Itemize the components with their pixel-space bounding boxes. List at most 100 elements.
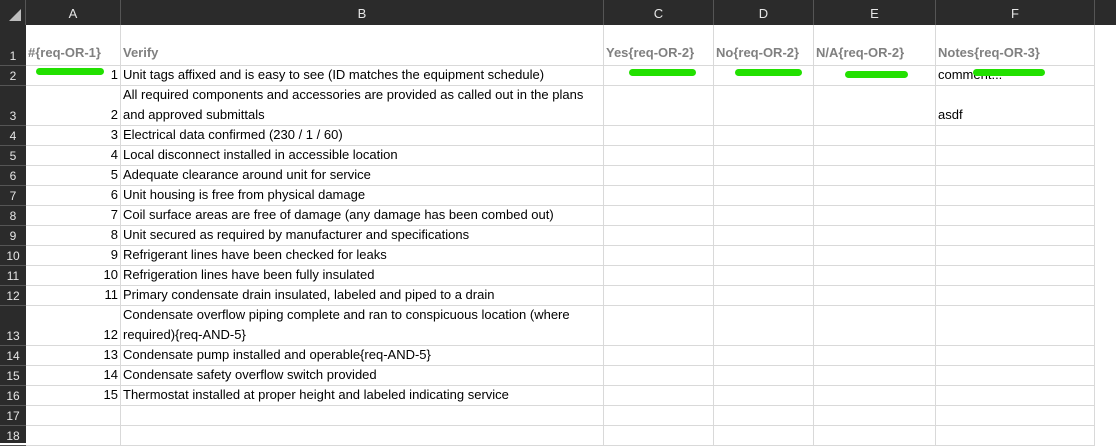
header-cell-d[interactable]: No{req-OR-2} bbox=[714, 25, 814, 66]
row-header-4[interactable]: 4 bbox=[0, 126, 26, 146]
empty-cell[interactable] bbox=[714, 406, 814, 426]
column-header-a[interactable]: A bbox=[26, 0, 121, 25]
empty-cell[interactable] bbox=[936, 426, 1095, 446]
column-header-e[interactable]: E bbox=[814, 0, 936, 25]
check-cell-e[interactable] bbox=[814, 386, 936, 406]
verify-cell[interactable]: Electrical data confirmed (230 / 1 / 60) bbox=[121, 126, 604, 146]
verify-cell[interactable]: Unit secured as required by manufacturer… bbox=[121, 226, 604, 246]
verify-cell[interactable]: Primary condensate drain insulated, labe… bbox=[121, 286, 604, 306]
row-header-1[interactable]: 1 bbox=[0, 25, 26, 66]
check-cell-e[interactable] bbox=[814, 146, 936, 166]
check-cell-c[interactable] bbox=[604, 126, 714, 146]
verify-cell[interactable]: Thermostat installed at proper height an… bbox=[121, 386, 604, 406]
row-header-3[interactable]: 3 bbox=[0, 86, 26, 126]
row-header-5[interactable]: 5 bbox=[0, 146, 26, 166]
item-number-cell[interactable]: 12 bbox=[26, 306, 121, 346]
item-number-cell[interactable]: 10 bbox=[26, 266, 121, 286]
check-cell-d[interactable] bbox=[714, 146, 814, 166]
check-cell-c[interactable] bbox=[604, 386, 714, 406]
check-cell-e[interactable] bbox=[814, 246, 936, 266]
empty-cell[interactable] bbox=[26, 426, 121, 446]
check-cell-d[interactable] bbox=[714, 266, 814, 286]
header-cell-c[interactable]: Yes{req-OR-2} bbox=[604, 25, 714, 66]
check-cell-d[interactable] bbox=[714, 366, 814, 386]
check-cell-e[interactable] bbox=[814, 306, 936, 346]
row-header-13[interactable]: 13 bbox=[0, 306, 26, 346]
empty-cell[interactable] bbox=[936, 406, 1095, 426]
verify-cell[interactable]: Adequate clearance around unit for servi… bbox=[121, 166, 604, 186]
row-header-9[interactable]: 9 bbox=[0, 226, 26, 246]
check-cell-d[interactable] bbox=[714, 246, 814, 266]
check-cell-c[interactable] bbox=[604, 346, 714, 366]
notes-cell[interactable] bbox=[936, 386, 1095, 406]
verify-cell[interactable]: Refrigerant lines have been checked for … bbox=[121, 246, 604, 266]
check-cell-c[interactable] bbox=[604, 266, 714, 286]
empty-cell[interactable] bbox=[604, 406, 714, 426]
verify-cell[interactable]: Coil surface areas are free of damage (a… bbox=[121, 206, 604, 226]
select-all-button[interactable] bbox=[0, 0, 26, 25]
row-header-12[interactable]: 12 bbox=[0, 286, 26, 306]
empty-cell[interactable] bbox=[26, 406, 121, 426]
check-cell-c[interactable] bbox=[604, 306, 714, 346]
verify-cell[interactable]: Unit tags affixed and is easy to see (ID… bbox=[121, 66, 604, 86]
notes-cell[interactable] bbox=[936, 166, 1095, 186]
notes-cell[interactable] bbox=[936, 266, 1095, 286]
empty-cell[interactable] bbox=[814, 426, 936, 446]
check-cell-c[interactable] bbox=[604, 86, 714, 126]
notes-cell[interactable] bbox=[936, 206, 1095, 226]
notes-cell[interactable] bbox=[936, 346, 1095, 366]
empty-cell[interactable] bbox=[714, 426, 814, 446]
column-header-d[interactable]: D bbox=[714, 0, 814, 25]
verify-cell[interactable]: Condensate pump installed and operable{r… bbox=[121, 346, 604, 366]
notes-cell[interactable] bbox=[936, 226, 1095, 246]
check-cell-d[interactable] bbox=[714, 166, 814, 186]
check-cell-e[interactable] bbox=[814, 126, 936, 146]
check-cell-c[interactable] bbox=[604, 246, 714, 266]
empty-cell[interactable] bbox=[121, 426, 604, 446]
item-number-cell[interactable]: 11 bbox=[26, 286, 121, 306]
row-header-6[interactable]: 6 bbox=[0, 166, 26, 186]
notes-cell[interactable] bbox=[936, 246, 1095, 266]
item-number-cell[interactable]: 5 bbox=[26, 166, 121, 186]
notes-cell[interactable] bbox=[936, 366, 1095, 386]
empty-cell[interactable] bbox=[604, 426, 714, 446]
row-header-2[interactable]: 2 bbox=[0, 66, 26, 86]
item-number-cell[interactable]: 4 bbox=[26, 146, 121, 166]
empty-cell[interactable] bbox=[121, 406, 604, 426]
verify-cell[interactable]: Condensate safety overflow switch provid… bbox=[121, 366, 604, 386]
verify-cell[interactable]: Unit housing is free from physical damag… bbox=[121, 186, 604, 206]
verify-cell[interactable]: Refrigeration lines have been fully insu… bbox=[121, 266, 604, 286]
header-cell-e[interactable]: N/A{req-OR-2} bbox=[814, 25, 936, 66]
empty-cell[interactable] bbox=[814, 406, 936, 426]
verify-cell[interactable]: Local disconnect installed in accessible… bbox=[121, 146, 604, 166]
check-cell-d[interactable] bbox=[714, 86, 814, 126]
check-cell-d[interactable] bbox=[714, 306, 814, 346]
check-cell-d[interactable] bbox=[714, 346, 814, 366]
notes-cell[interactable] bbox=[936, 146, 1095, 166]
notes-cell[interactable] bbox=[936, 186, 1095, 206]
header-cell-f[interactable]: Notes{req-OR-3} bbox=[936, 25, 1095, 66]
check-cell-e[interactable] bbox=[814, 366, 936, 386]
notes-cell[interactable]: asdf bbox=[936, 86, 1095, 126]
check-cell-d[interactable] bbox=[714, 126, 814, 146]
item-number-cell[interactable]: 7 bbox=[26, 206, 121, 226]
check-cell-e[interactable] bbox=[814, 286, 936, 306]
row-header-17[interactable]: 17 bbox=[0, 406, 26, 426]
header-cell-a[interactable]: #{req-OR-1} bbox=[26, 25, 121, 66]
notes-cell[interactable] bbox=[936, 286, 1095, 306]
item-number-cell[interactable]: 13 bbox=[26, 346, 121, 366]
check-cell-c[interactable] bbox=[604, 226, 714, 246]
check-cell-e[interactable] bbox=[814, 186, 936, 206]
verify-cell[interactable]: Condensate overflow piping complete and … bbox=[121, 306, 604, 346]
item-number-cell[interactable]: 14 bbox=[26, 366, 121, 386]
column-header-b[interactable]: B bbox=[121, 0, 604, 25]
row-header-18[interactable]: 18 bbox=[0, 426, 26, 446]
row-header-15[interactable]: 15 bbox=[0, 366, 26, 386]
check-cell-c[interactable] bbox=[604, 146, 714, 166]
item-number-cell[interactable]: 9 bbox=[26, 246, 121, 266]
row-header-14[interactable]: 14 bbox=[0, 346, 26, 366]
check-cell-c[interactable] bbox=[604, 206, 714, 226]
row-header-8[interactable]: 8 bbox=[0, 206, 26, 226]
item-number-cell[interactable]: 15 bbox=[26, 386, 121, 406]
row-header-16[interactable]: 16 bbox=[0, 386, 26, 406]
